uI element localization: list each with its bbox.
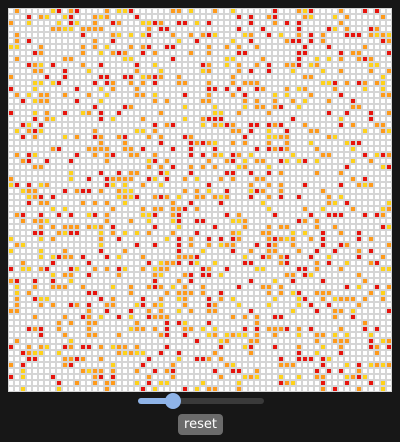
speed-slider-thumb[interactable] [165, 393, 182, 409]
life-grid[interactable] [8, 8, 392, 392]
speed-slider[interactable] [138, 393, 264, 409]
grid-cell[interactable] [386, 386, 392, 392]
reset-button[interactable]: reset [178, 414, 223, 435]
